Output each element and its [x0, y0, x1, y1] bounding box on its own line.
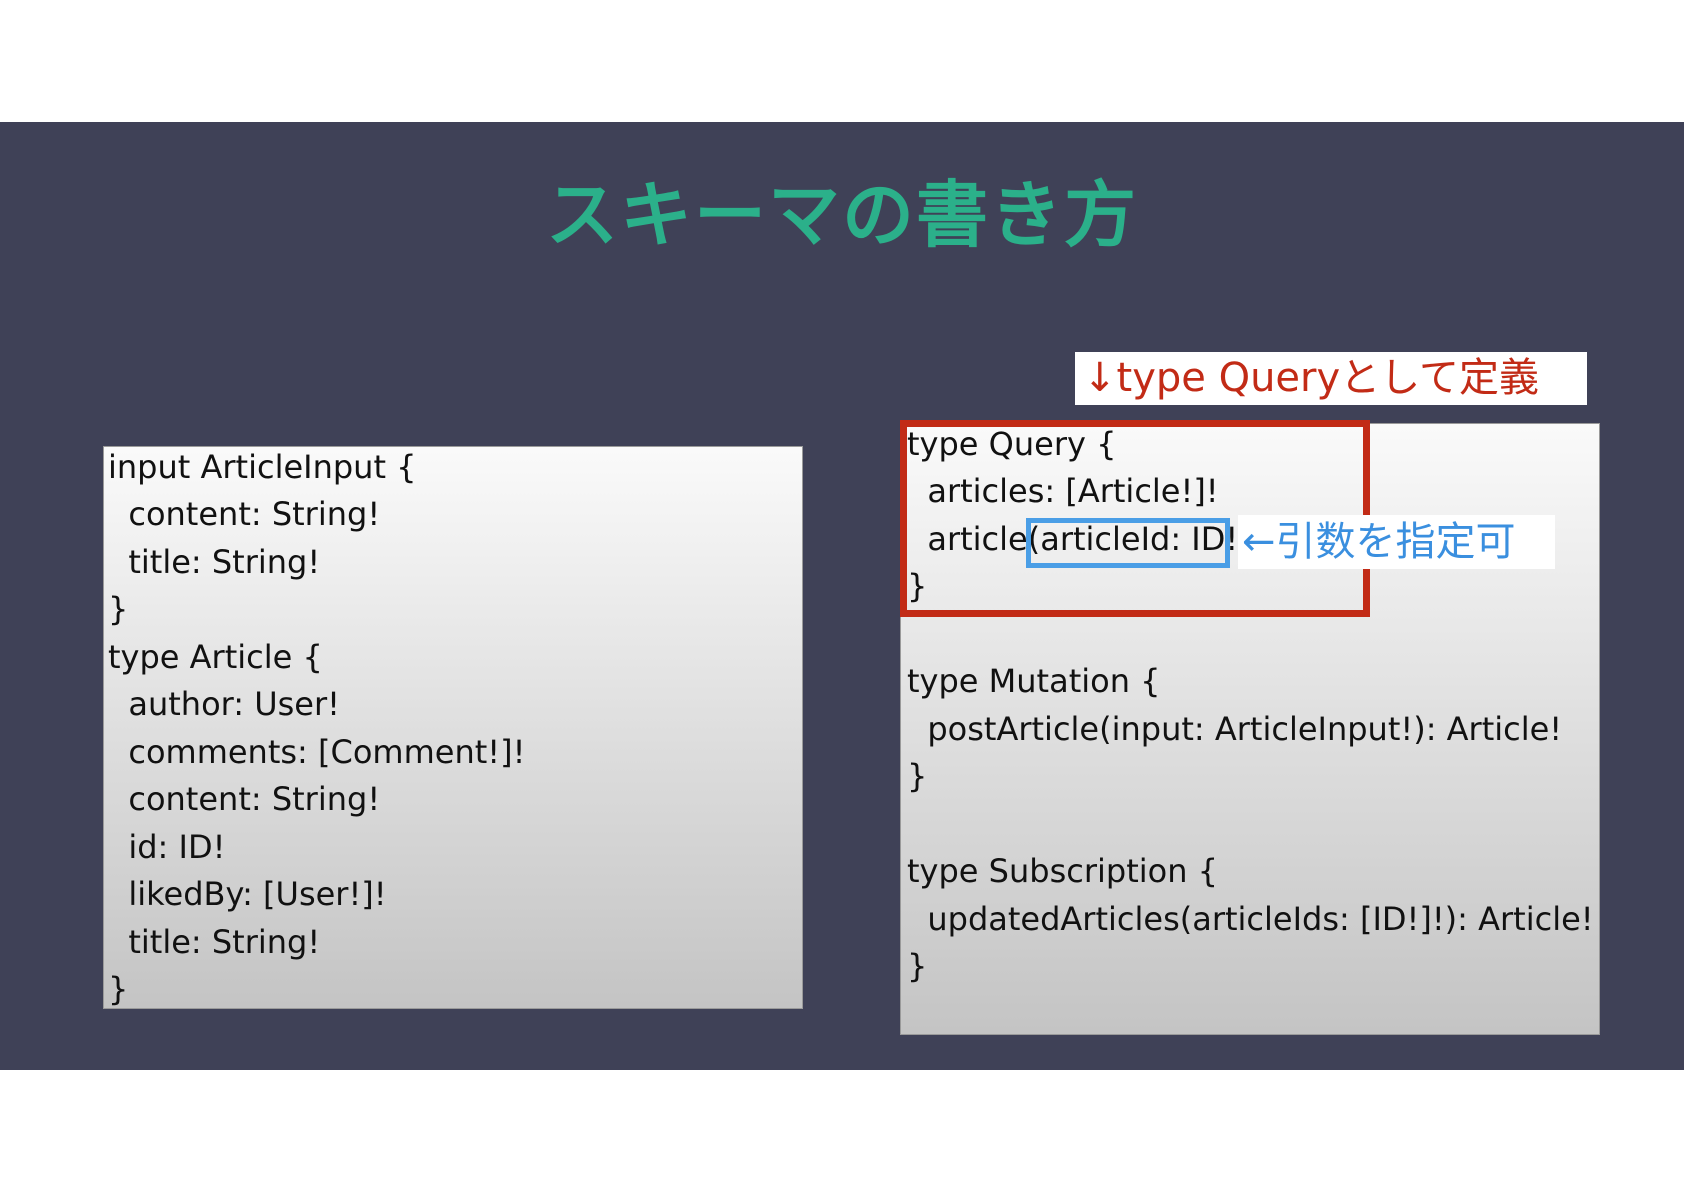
code-line: type Mutation { [907, 662, 1161, 700]
code-line: author: User! [108, 685, 340, 723]
slide: スキーマの書き方 input ArticleInput { content: S… [0, 122, 1684, 1070]
slide-title: スキーマの書き方 [545, 173, 1138, 257]
code-line: } [907, 757, 928, 795]
code-line: type Subscription { [907, 852, 1219, 890]
input-article-code-panel: input ArticleInput { content: String! ti… [103, 446, 803, 1009]
code-line: title: String! [108, 543, 321, 581]
code-line: comments: [Comment!]! [108, 733, 526, 771]
argument-annotation: ←引数を指定可 [1238, 515, 1555, 569]
code-line: updatedArticles(articleIds: [ID!]!): Art… [907, 900, 1594, 938]
code-line: id: ID! [108, 828, 226, 866]
code-line: postArticle(input: ArticleInput!): Artic… [907, 710, 1563, 748]
code-line: content: String! [108, 780, 381, 818]
code-line: type Article { [108, 638, 323, 676]
argument-highlight-box [1026, 518, 1230, 568]
code-line: content: String! [108, 495, 381, 533]
code-line: title: String! [108, 923, 321, 961]
code-line: } [108, 970, 129, 1008]
code-line: likedBy: [User!]! [108, 875, 387, 913]
code-line: } [907, 947, 928, 985]
type-query-annotation: ↓type Queryとして定義 [1075, 352, 1587, 405]
code-line: input ArticleInput { [108, 448, 417, 486]
code-line: } [108, 590, 129, 628]
